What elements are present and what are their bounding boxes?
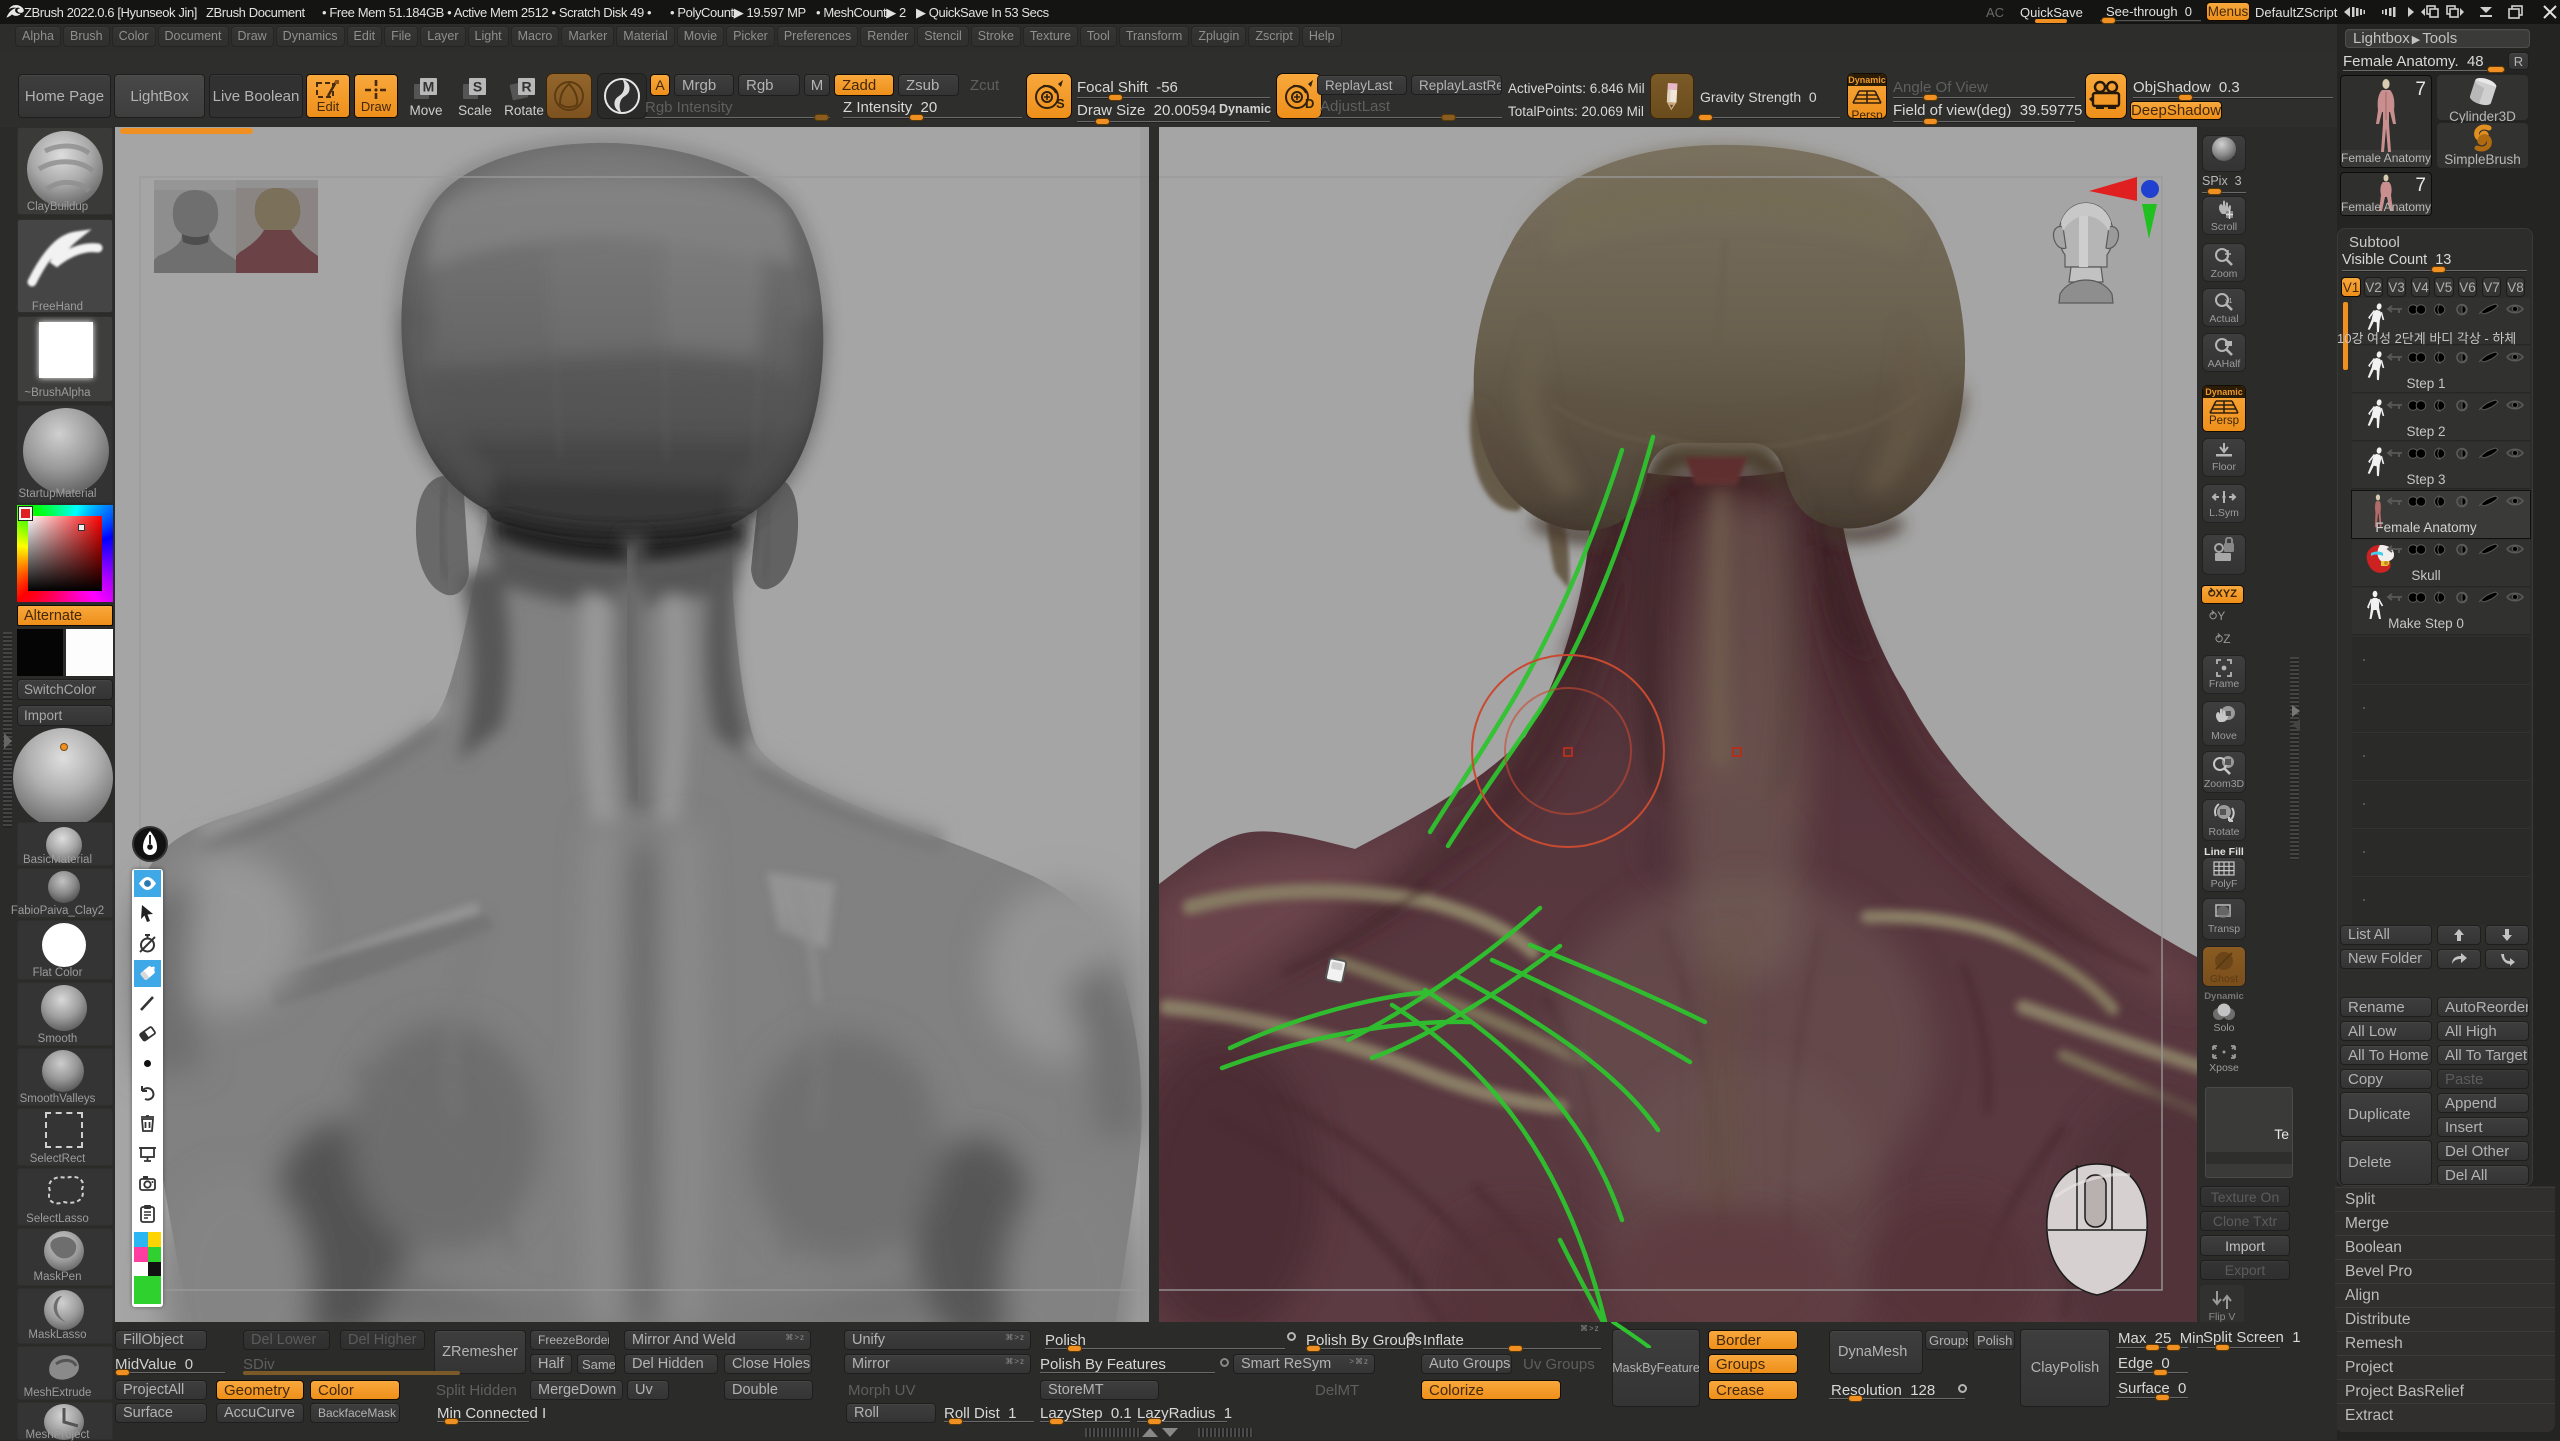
svg-text:M: M	[423, 79, 435, 95]
svg-text:S: S	[1056, 96, 1065, 111]
svg-text:S: S	[473, 79, 482, 95]
svg-text:x1: x1	[2225, 298, 2233, 305]
svg-text:D: D	[1305, 96, 1314, 111]
svg-text:R: R	[521, 79, 531, 95]
